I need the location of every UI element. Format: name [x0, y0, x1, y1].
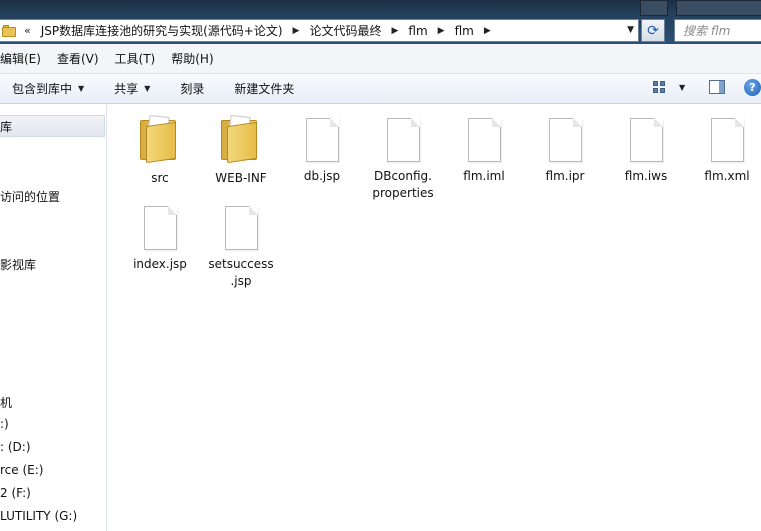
nav-item-library[interactable]: 库: [0, 118, 12, 135]
refresh-icon: ⟳: [647, 22, 659, 39]
chevron-right-icon[interactable]: ▶: [484, 26, 491, 36]
breadcrumb-item[interactable]: flm: [455, 24, 474, 38]
document-icon: [629, 118, 663, 162]
file-name: flm.iml: [463, 169, 505, 183]
address-bar[interactable]: « JSP数据库连接池的研究与实现(源代码+论文) ▶ 论文代码最终 ▶ flm…: [0, 19, 639, 42]
share-button[interactable]: 共享 ▼: [114, 80, 150, 97]
file-name: flm.xml: [704, 169, 750, 183]
breadcrumb-item[interactable]: flm: [408, 24, 427, 38]
folder-icon: [2, 24, 18, 38]
file-item[interactable]: WEB-INF: [196, 115, 286, 187]
window-control-button[interactable]: [640, 0, 668, 16]
nav-selected-highlight: [0, 115, 105, 137]
document-icon: [548, 118, 582, 162]
document-icon: [467, 118, 501, 162]
search-input[interactable]: 搜索 flm: [674, 19, 761, 42]
help-icon[interactable]: ?: [744, 79, 761, 96]
change-view-icon[interactable]: [653, 81, 667, 95]
file-name: flm.iws: [624, 169, 668, 183]
file-item[interactable]: flm.xml: [682, 118, 761, 185]
file-item[interactable]: db.jsp: [277, 118, 367, 185]
document-icon: [224, 206, 258, 250]
nav-item-recent-places[interactable]: 访问的位置: [0, 188, 60, 205]
document-icon: [143, 206, 177, 250]
file-item[interactable]: src: [115, 115, 205, 187]
file-item[interactable]: DBconfig. properties: [358, 118, 448, 202]
chevron-down-icon[interactable]: ▼: [679, 83, 685, 92]
document-icon: [710, 118, 744, 162]
address-dropdown-icon[interactable]: ▼: [627, 25, 634, 35]
include-in-library-button[interactable]: 包含到库中 ▼: [12, 80, 84, 97]
file-name-line: setsuccess: [208, 257, 274, 271]
navigation-pane[interactable]: 库 访问的位置 影视库 机 :) : (D:) rce (E:) 2 (F:) …: [0, 104, 107, 531]
nav-item-computer[interactable]: 机: [0, 394, 12, 411]
nav-item-drive-f[interactable]: 2 (F:): [0, 486, 31, 500]
nav-item-drive-e[interactable]: rce (E:): [0, 463, 43, 477]
share-label: 共享: [114, 82, 139, 96]
nav-item-video-library[interactable]: 影视库: [0, 256, 36, 273]
include-in-library-label: 包含到库中: [12, 82, 73, 96]
breadcrumb-item[interactable]: 论文代码最终: [309, 22, 381, 39]
file-name-line: properties: [372, 186, 434, 200]
file-item[interactable]: index.jsp: [115, 206, 205, 273]
new-folder-button[interactable]: 新建文件夹: [234, 80, 294, 97]
menu-tools[interactable]: 工具(T): [115, 50, 156, 67]
file-item[interactable]: flm.iws: [601, 118, 691, 185]
file-name: WEB-INF: [215, 171, 267, 185]
file-name-line: DBconfig.: [373, 169, 432, 183]
file-name-line: .jsp: [230, 274, 252, 288]
file-item[interactable]: setsuccess .jsp: [196, 206, 286, 290]
document-icon: [386, 118, 420, 162]
file-name: db.jsp: [303, 169, 341, 183]
nav-item-drive-d[interactable]: : (D:): [0, 440, 31, 454]
refresh-button[interactable]: ⟳: [641, 19, 665, 42]
title-address-strip: « JSP数据库连接池的研究与实现(源代码+论文) ▶ 论文代码最终 ▶ flm…: [0, 0, 761, 44]
file-name: flm.ipr: [545, 169, 585, 183]
file-item[interactable]: flm.iml: [439, 118, 529, 185]
menu-help[interactable]: 帮助(H): [171, 50, 213, 67]
overflow-chevron-icon[interactable]: «: [24, 24, 31, 37]
preview-pane-icon[interactable]: [709, 80, 725, 94]
breadcrumb[interactable]: JSP数据库连接池的研究与实现(源代码+论文) ▶ 论文代码最终 ▶ flm ▶…: [31, 22, 491, 39]
file-name: index.jsp: [133, 257, 187, 271]
folder-icon: [136, 115, 184, 164]
chevron-right-icon[interactable]: ▶: [391, 26, 398, 36]
file-list-area[interactable]: src WEB-INF db.jsp DBconfig. properties …: [108, 104, 761, 531]
chevron-down-icon: ▼: [144, 84, 151, 93]
chevron-down-icon: ▼: [78, 84, 85, 93]
menu-bar: 编辑(E) 查看(V) 工具(T) 帮助(H): [0, 44, 761, 74]
command-toolbar: 包含到库中 ▼ 共享 ▼ 刻录 新建文件夹: [0, 74, 761, 104]
menu-edit[interactable]: 编辑(E): [0, 50, 41, 67]
folder-icon: [217, 115, 265, 164]
menu-view[interactable]: 查看(V): [57, 50, 99, 67]
document-icon: [305, 118, 339, 162]
nav-item-drive-c[interactable]: :): [0, 417, 9, 431]
chevron-right-icon[interactable]: ▶: [293, 26, 300, 36]
chevron-right-icon[interactable]: ▶: [438, 26, 445, 36]
nav-item-drive-g[interactable]: LUTILITY (G:): [0, 509, 77, 523]
window-control-button[interactable]: [676, 0, 761, 16]
file-name: src: [151, 171, 169, 185]
burn-button[interactable]: 刻录: [180, 80, 204, 97]
breadcrumb-item[interactable]: JSP数据库连接池的研究与实现(源代码+论文): [41, 22, 283, 39]
file-item[interactable]: flm.ipr: [520, 118, 610, 185]
